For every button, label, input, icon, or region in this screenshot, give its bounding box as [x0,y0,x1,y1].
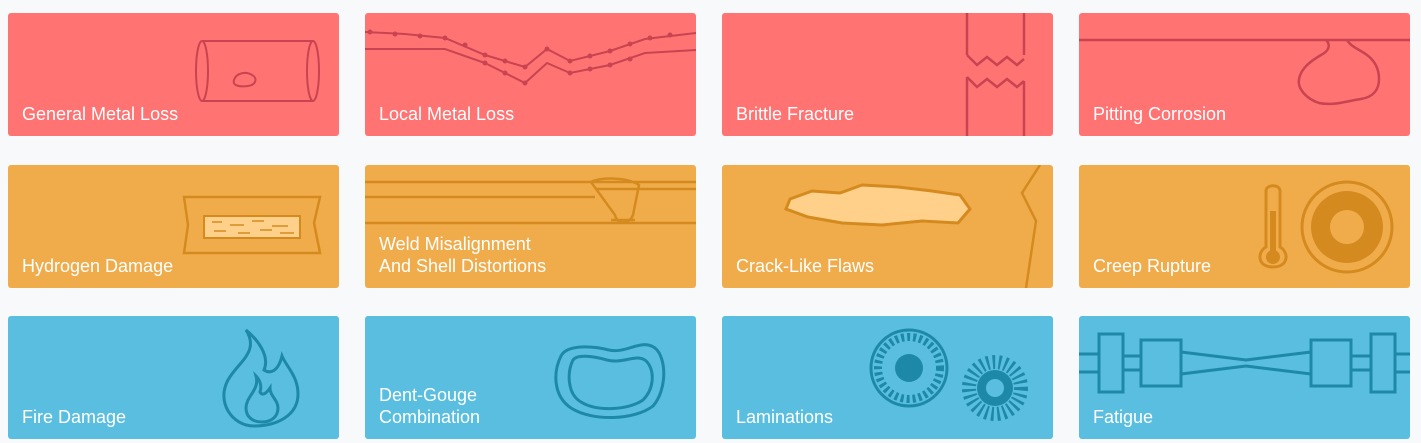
card-brittle-fracture[interactable]: Brittle Fracture [722,13,1053,136]
card-label: Local Metal Loss [379,104,515,124]
damage-mechanism-grid: General Metal Loss Local Metal Loss Brit… [0,0,1421,443]
card-fatigue[interactable]: Fatigue [1079,316,1410,439]
card-pitting-corrosion[interactable]: Pitting Corrosion [1079,13,1410,136]
card-label: Creep Rupture [1093,256,1212,276]
card-creep-rupture[interactable]: Creep Rupture [1079,165,1410,288]
card-general-metal-loss[interactable]: General Metal Loss [8,13,339,136]
card-label: Crack-Like Flaws [736,256,875,276]
card-label: Weld Misalignment And Shell Distortions [379,234,547,276]
card-label: Brittle Fracture [736,104,855,124]
card-label: Dent-Gouge Combination [379,385,481,427]
card-local-metal-loss[interactable]: Local Metal Loss [365,13,696,136]
card-weld-misalignment[interactable]: Weld Misalignment And Shell Distortions [365,165,696,288]
card-label: Hydrogen Damage [22,256,174,276]
card-label: Pitting Corrosion [1093,104,1227,124]
card-label: Fatigue [1093,407,1154,427]
card-dent-gouge[interactable]: Dent-Gouge Combination [365,316,696,439]
card-hydrogen-damage[interactable]: Hydrogen Damage [8,165,339,288]
card-label: Laminations [736,407,834,427]
card-crack-like-flaws[interactable]: Crack-Like Flaws [722,165,1053,288]
card-laminations[interactable]: Laminations [722,316,1053,439]
card-label: General Metal Loss [22,104,179,124]
card-label: Fire Damage [22,407,127,427]
card-fire-damage[interactable]: Fire Damage [8,316,339,439]
